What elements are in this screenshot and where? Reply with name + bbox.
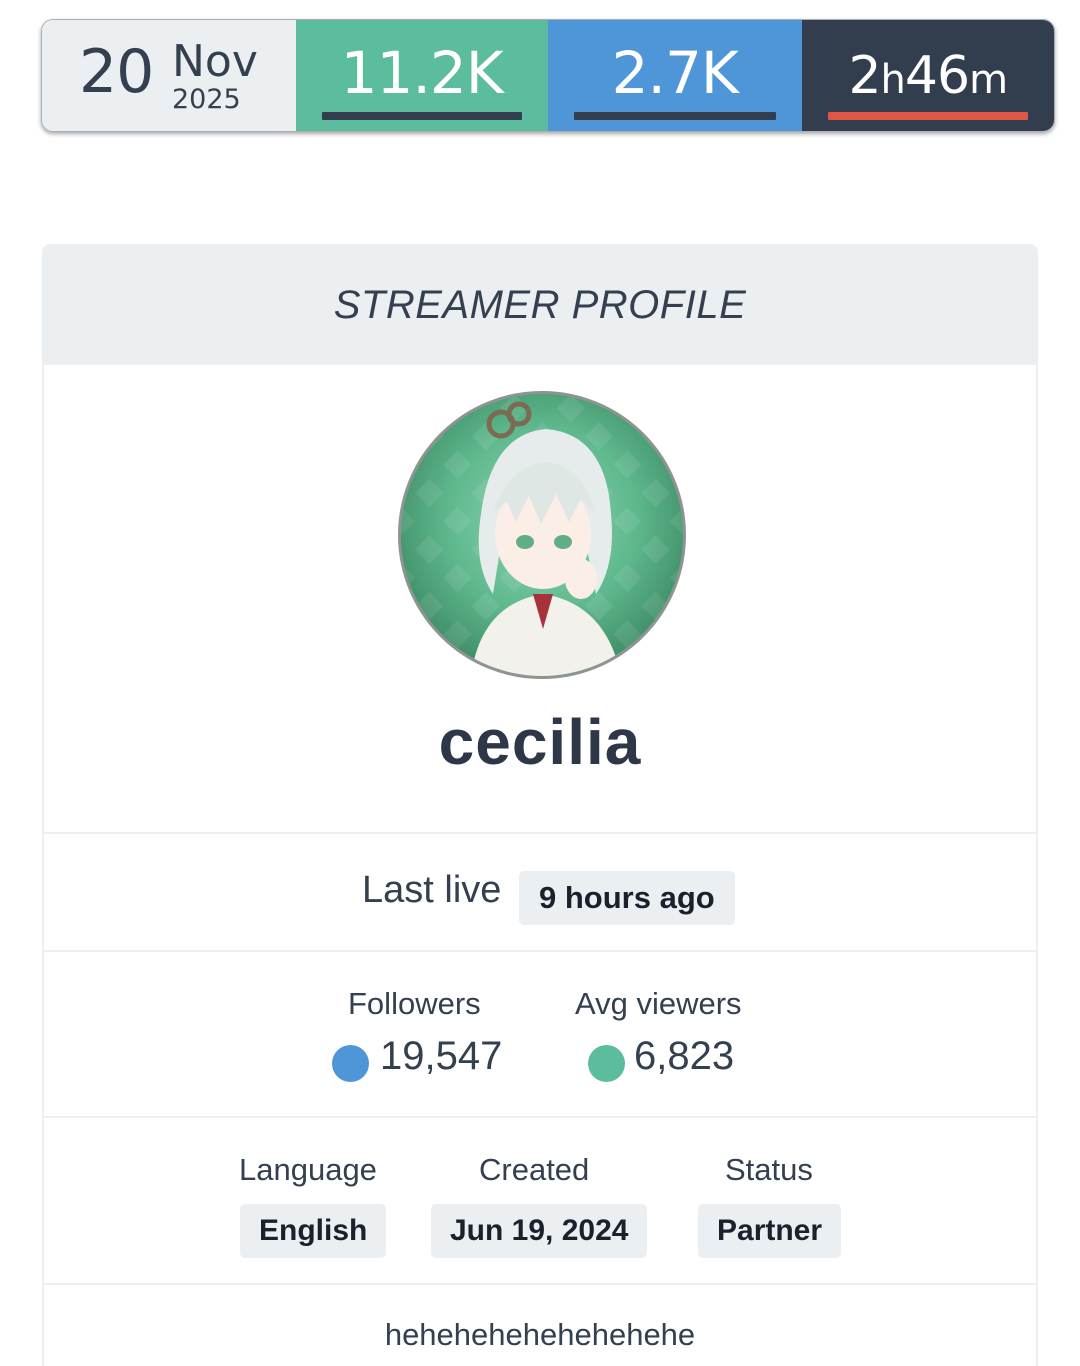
bio-section: hehehehehehehehehe [44, 1285, 1036, 1366]
created-badge: Jun 19, 2024 [431, 1204, 648, 1258]
date-month: Nov [172, 36, 258, 87]
language-badge: English [240, 1204, 387, 1258]
avg-viewers-dot-icon [588, 1045, 625, 1082]
card-title: STREAMER PROFILE [333, 283, 747, 327]
card-header: STREAMER PROFILE [44, 246, 1036, 365]
date-year: 2025 [172, 84, 241, 115]
avg-viewers-label: Avg viewers [575, 986, 742, 1021]
duration-hours: 2 [848, 46, 881, 106]
bio-text: hehehehehehehehehe [384, 1317, 696, 1352]
status-label: Status [725, 1152, 813, 1187]
counts-section: Followers 19,547 Avg viewers 6,823 [44, 952, 1036, 1118]
stats-bar: 20 Nov 2025 11.2K 2.7K 2h46m [41, 19, 1055, 132]
stat-blue-value: 2.7K [611, 39, 739, 107]
streamer-profile-card: STREAMER PROFILE cecilia Last live 9 hou… [42, 244, 1038, 1366]
last-live-label: Last live [362, 869, 502, 911]
followers-label: Followers [348, 986, 481, 1021]
duration-minutes-unit: m [969, 57, 1008, 103]
stat-blue-cell[interactable]: 2.7K [548, 20, 802, 131]
stat-green-value: 11.2K [340, 39, 504, 107]
stat-duration-cell[interactable]: 2h46m [801, 20, 1055, 131]
stat-green-underline [321, 112, 522, 120]
avatar[interactable] [398, 391, 686, 679]
language-label: Language [239, 1152, 377, 1187]
avg-viewers-value: 6,823 [634, 1034, 735, 1078]
created-label: Created [479, 1152, 590, 1187]
followers-dot-icon [332, 1045, 369, 1082]
duration-minutes: 46 [904, 46, 970, 106]
date-day: 20 [79, 37, 154, 107]
last-live-badge: 9 hours ago [519, 871, 735, 925]
stat-blue-underline [574, 112, 776, 120]
status-badge: Partner [698, 1204, 842, 1258]
duration-hours-unit: h [880, 57, 906, 103]
followers-value: 19,547 [380, 1034, 503, 1078]
stat-duration-value: 2h46m [802, 50, 1055, 102]
stat-green-cell[interactable]: 11.2K [295, 20, 548, 131]
avatar-illustration [401, 394, 683, 676]
date-cell: 20 Nov 2025 [42, 20, 296, 131]
username: cecilia [438, 706, 642, 778]
last-live-section: Last live 9 hours ago [44, 834, 1036, 952]
stat-duration-underline [827, 112, 1028, 120]
avatar-section: cecilia [44, 365, 1036, 834]
meta-section: Language English Created Jun 19, 2024 St… [44, 1118, 1036, 1285]
